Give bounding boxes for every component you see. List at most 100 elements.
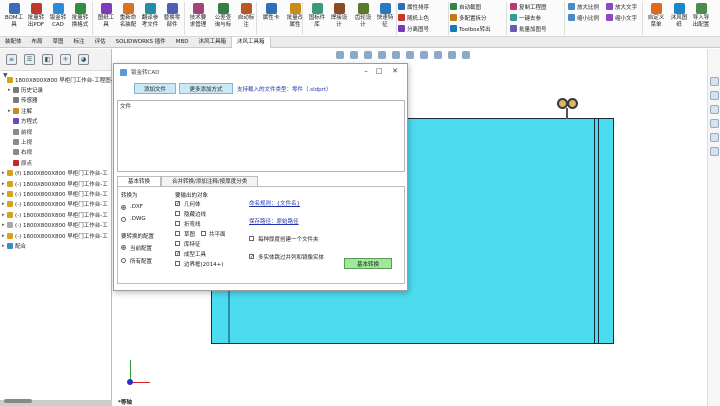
ribbon-button-0[interactable]: BOM工 具	[3, 1, 25, 28]
ribbon-small-button-2[interactable]: 分离图号	[398, 24, 429, 33]
tree-item[interactable]: ▸ (-) 1800X800X800 早柜门工作台-工	[0, 179, 112, 188]
ribbon-small-button-12[interactable]: 缩小文字	[606, 13, 637, 22]
ribbon-small-button-8[interactable]: 批量加图号	[510, 24, 547, 33]
dimxpert-icon[interactable]: ✛	[60, 54, 71, 65]
bend-lines-label[interactable]: 折弯线	[184, 220, 201, 228]
tree-item[interactable]: ▸ 历史记录	[0, 85, 112, 94]
close-icon[interactable]: ✕	[388, 67, 402, 75]
view-palette-icon[interactable]	[710, 119, 719, 128]
tree-item[interactable]: 传感器	[0, 96, 112, 105]
tab-5[interactable]: SOLIDWORKS 插件	[111, 37, 171, 47]
scene-icon[interactable]	[448, 51, 456, 59]
format-dxf-radio[interactable]	[121, 205, 126, 210]
ribbon-button-14[interactable]: 焊接设 计	[328, 1, 350, 28]
tree-item[interactable]: 右视	[0, 148, 112, 157]
tree-item[interactable]: 上视	[0, 137, 112, 146]
tab-0[interactable]: 装配体	[0, 37, 27, 47]
ribbon-button-3[interactable]: 批量转 换格式	[69, 1, 91, 28]
ribbon-small-button-1[interactable]: 随机上色	[398, 13, 429, 22]
ribbon-button-15[interactable]: 齿轮设 计	[352, 1, 374, 28]
tree-item[interactable]: ▸ (-) 1800X800X800 早柜门工作台-工	[0, 189, 112, 198]
maximize-icon[interactable]: □	[372, 67, 386, 75]
ribbon-button-16[interactable]: 快速特 征	[374, 1, 396, 28]
tab-6[interactable]: MBD	[171, 37, 194, 47]
tab-7[interactable]: 沐风工具箱	[194, 37, 232, 47]
ribbon-button-6[interactable]: 翻译参 考文件	[139, 1, 161, 28]
solidworks-resources-icon[interactable]	[710, 77, 719, 86]
tree-item[interactable]: 原点	[0, 158, 112, 167]
coplanar-label[interactable]: 共平面	[209, 230, 226, 238]
tree-item[interactable]: ▸ (-) 1800X800X800 早柜门工作台-工	[0, 200, 112, 209]
ribbon-button-13[interactable]: 国标件 库	[306, 1, 328, 28]
bend-lines-checkbox[interactable]	[175, 221, 180, 226]
add-more-button[interactable]: 更多添加方式	[179, 83, 233, 94]
save-path-link[interactable]: 保存路径：原始路径	[249, 217, 299, 225]
library-feature-label[interactable]: 库特征	[184, 240, 201, 248]
ribbon-small-button-9[interactable]: 放大比例	[568, 2, 599, 11]
ribbon-button-4[interactable]: 图纸工 具	[95, 1, 117, 28]
ribbon-small-button-0[interactable]: 属性排序	[398, 2, 429, 11]
tab-basic-convert[interactable]: 基本转换	[117, 176, 162, 186]
ribbon-button-10[interactable]: 自动标 注	[235, 1, 257, 28]
skip-multibody-label[interactable]: 多实体跳过并列和镜像实体	[258, 253, 324, 261]
ribbon-small-button-11[interactable]: 放大文字	[606, 2, 637, 11]
design-library-icon[interactable]	[710, 91, 719, 100]
hidden-edges-checkbox[interactable]	[175, 211, 180, 216]
ribbon-button-2[interactable]: 钣金转 CAD	[47, 1, 69, 28]
ribbon-button-8[interactable]: 技术要 求管理	[187, 1, 209, 28]
config-all-radio[interactable]	[121, 258, 126, 263]
hide-show-icon[interactable]	[420, 51, 428, 59]
appearances-icon[interactable]	[710, 133, 719, 142]
forming-tool-checkbox[interactable]: ✓	[175, 251, 180, 257]
property-manager-icon[interactable]: ☰	[24, 54, 35, 65]
file-list[interactable]: 文件	[117, 100, 405, 172]
view-orientation-icon[interactable]	[392, 51, 400, 59]
tab-8[interactable]: 沐风工具箱	[231, 37, 271, 48]
config-current-label[interactable]: 当前配置	[130, 244, 152, 252]
feature-tree-icon[interactable]: ≡	[6, 54, 17, 65]
custom-properties-icon[interactable]	[710, 147, 719, 156]
previous-view-icon[interactable]	[364, 51, 372, 59]
ribbon-button-18[interactable]: 沐风图 纸	[668, 1, 690, 28]
boundary-box-label[interactable]: 边界框(2014+)	[184, 260, 223, 268]
configuration-manager-icon[interactable]: ◧	[42, 54, 53, 65]
ribbon-button-11[interactable]: 属性卡	[260, 1, 282, 22]
skip-multibody-checkbox[interactable]: ✓	[249, 254, 254, 260]
format-dwg-radio[interactable]	[121, 217, 126, 222]
per-thickness-folder-label[interactable]: 每种厚度创建一个文件夹	[258, 235, 319, 243]
section-view-icon[interactable]	[378, 51, 386, 59]
display-manager-icon[interactable]: ◕	[78, 54, 89, 65]
ribbon-small-button-7[interactable]: 一键去参	[510, 13, 541, 22]
tree-item[interactable]: 方程式	[0, 117, 112, 126]
tab-1[interactable]: 布局	[27, 37, 48, 47]
sketch-checkbox[interactable]	[175, 231, 180, 236]
view-settings-icon[interactable]	[462, 51, 470, 59]
ribbon-small-button-6[interactable]: 复制工程图	[510, 2, 547, 11]
ribbon-button-1[interactable]: 批量转 出PDF	[25, 1, 47, 28]
tab-2[interactable]: 草图	[48, 37, 69, 47]
panel-scrollbar[interactable]	[0, 399, 112, 406]
zoom-fit-icon[interactable]	[336, 51, 344, 59]
ribbon-button-9[interactable]: 公差查 询与标	[212, 1, 234, 28]
ribbon-button-17[interactable]: 自定义 菜单	[645, 1, 667, 28]
naming-rule-link[interactable]: 命名规则：{文件名}	[249, 199, 300, 207]
format-dwg-label[interactable]: .DWG	[130, 216, 146, 222]
sketch-label[interactable]: 草图	[184, 230, 195, 238]
ribbon-button-5[interactable]: 重新命 名装配	[117, 1, 139, 28]
tree-item[interactable]: ▸ (-) 1800X800X800 早柜门工作台-工	[0, 221, 112, 230]
minimize-icon[interactable]: –	[359, 67, 373, 75]
tab-merge-convert[interactable]: 合并转换/添加注释/按厚度分类	[161, 176, 259, 186]
ribbon-small-button-10[interactable]: 缩小比例	[568, 13, 599, 22]
hidden-edges-label[interactable]: 隐藏边线	[184, 210, 206, 218]
ribbon-button-19[interactable]: 导入导 出配置	[690, 1, 712, 28]
ribbon-small-button-4[interactable]: 多配置拆分	[450, 13, 487, 22]
tree-item[interactable]: ▸ (-) 1800X800X800 早柜门工作台-工	[0, 231, 112, 240]
config-current-radio[interactable]	[121, 245, 126, 250]
tree-item[interactable]: ▸ (f) 1800X800X800 早柜门工作台-工	[0, 169, 112, 178]
appearance-icon[interactable]	[434, 51, 442, 59]
ribbon-button-7[interactable]: 替换零 部件	[161, 1, 183, 28]
per-thickness-folder-checkbox[interactable]	[249, 236, 254, 241]
config-all-label[interactable]: 所有配置	[130, 257, 152, 265]
forming-tool-label[interactable]: 成型工具	[184, 250, 206, 258]
tree-item[interactable]: 1800X800X800 早柜门工作台-工程图-组	[0, 75, 112, 84]
